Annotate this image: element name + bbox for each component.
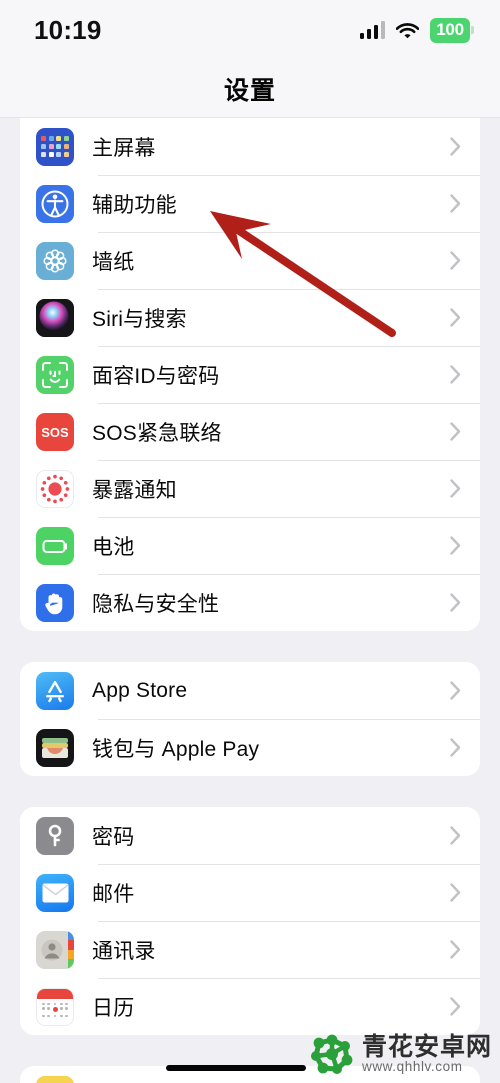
settings-row-home-screen[interactable]: 主屏幕: [20, 118, 480, 175]
settings-group-store: App Store 钱包与 Apple Pay: [20, 662, 480, 776]
settings-row-label: 密码: [92, 825, 135, 849]
settings-row-wallpaper[interactable]: 墙纸: [20, 232, 480, 289]
privacy-hand-icon: [36, 583, 74, 622]
exposure-notification-icon: [36, 469, 74, 508]
navigation-bar: 设置: [0, 60, 500, 118]
chevron-right-icon: [444, 422, 466, 441]
status-bar: 10:19 100: [0, 0, 500, 60]
chevron-right-icon: [444, 738, 466, 757]
chevron-right-icon: [444, 194, 466, 213]
settings-row-label: 墙纸: [92, 250, 135, 274]
sos-icon: SOS: [36, 412, 74, 451]
wallpaper-icon: [36, 241, 74, 280]
chevron-right-icon: [444, 826, 466, 845]
settings-row-label: 日历: [92, 996, 135, 1020]
chevron-right-icon: [444, 251, 466, 270]
chevron-right-icon: [444, 308, 466, 327]
settings-group-apps: 密码 邮件 通讯录 日历: [20, 807, 480, 1035]
settings-row-accessibility[interactable]: 辅助功能: [20, 175, 480, 232]
settings-row-label: App Store: [92, 678, 188, 702]
settings-row-mail[interactable]: 邮件: [20, 864, 480, 921]
settings-row-label: 主屏幕: [92, 136, 156, 160]
battery-percent-label: 100: [436, 19, 464, 39]
page-title: 设置: [223, 76, 276, 105]
settings-row-label: Siri与搜索: [92, 307, 187, 331]
wallet-icon: [36, 728, 74, 767]
face-id-icon: [36, 355, 74, 394]
settings-row-label: 邮件: [92, 882, 135, 906]
battery-icon: [36, 526, 74, 565]
chevron-right-icon: [444, 940, 466, 959]
svg-text:SOS: SOS: [41, 425, 69, 440]
watermark-url: www.qhhlv.com: [361, 1059, 463, 1075]
settings-row-label: 面容ID与密码: [92, 364, 220, 388]
chevron-right-icon: [444, 997, 466, 1016]
settings-row-calendar[interactable]: 日历: [20, 978, 480, 1035]
watermark: 青花安卓网 www.qhhlv.com: [309, 1031, 492, 1077]
settings-row-wallet-apple-pay[interactable]: 钱包与 Apple Pay: [20, 719, 480, 776]
wifi-icon: [395, 22, 420, 39]
settings-row-face-id[interactable]: 面容ID与密码: [20, 346, 480, 403]
accessibility-icon: [36, 184, 74, 223]
settings-row-passwords[interactable]: 密码: [20, 807, 480, 864]
mail-icon: [36, 873, 74, 912]
settings-row-contacts[interactable]: 通讯录: [20, 921, 480, 978]
settings-row-battery[interactable]: 电池: [20, 517, 480, 574]
chevron-right-icon: [444, 137, 466, 156]
settings-row-label: SOS紧急联络: [92, 421, 222, 445]
battery-badge: 100: [430, 17, 470, 43]
watermark-logo-icon: [310, 1034, 353, 1074]
home-indicator: [166, 1065, 306, 1071]
settings-group-system: 主屏幕 辅助功能 墙纸 Siri与搜索 面容ID与密码 SOS SOS紧急联络 …: [20, 118, 480, 631]
settings-row-label: 辅助功能: [92, 193, 177, 217]
contacts-icon: [36, 930, 74, 969]
settings-row-label: 通讯录: [92, 939, 156, 963]
chevron-right-icon: [444, 479, 466, 498]
settings-row-emergency-sos[interactable]: SOS SOS紧急联络: [20, 403, 480, 460]
settings-row-privacy-security[interactable]: 隐私与安全性: [20, 574, 480, 631]
home-screen-icon: [36, 127, 74, 166]
chevron-right-icon: [444, 365, 466, 384]
siri-icon: [36, 298, 74, 337]
settings-row-label: 备忘录: [74, 1080, 444, 1083]
notes-icon: [36, 1075, 74, 1083]
calendar-icon: [36, 987, 74, 1026]
cellular-signal-icon: [359, 21, 385, 39]
status-time: 10:19: [34, 14, 102, 45]
settings-row-app-store[interactable]: App Store: [20, 662, 480, 719]
settings-row-exposure-notifications[interactable]: 暴露通知: [20, 460, 480, 517]
chevron-right-icon: [444, 681, 466, 700]
status-indicators: 100: [359, 17, 470, 43]
passwords-key-icon: [36, 816, 74, 855]
settings-list[interactable]: 主屏幕 辅助功能 墙纸 Siri与搜索 面容ID与密码 SOS SOS紧急联络 …: [0, 118, 500, 1083]
settings-row-label: 暴露通知: [92, 478, 177, 502]
settings-row-siri[interactable]: Siri与搜索: [20, 289, 480, 346]
settings-row-label: 钱包与 Apple Pay: [92, 737, 260, 761]
watermark-title: 青花安卓网: [361, 1032, 492, 1061]
chevron-right-icon: [444, 536, 466, 555]
app-store-icon: [36, 671, 74, 710]
settings-row-label: 隐私与安全性: [92, 592, 220, 616]
chevron-right-icon: [444, 593, 466, 612]
settings-row-label: 电池: [92, 535, 135, 559]
chevron-right-icon: [444, 883, 466, 902]
